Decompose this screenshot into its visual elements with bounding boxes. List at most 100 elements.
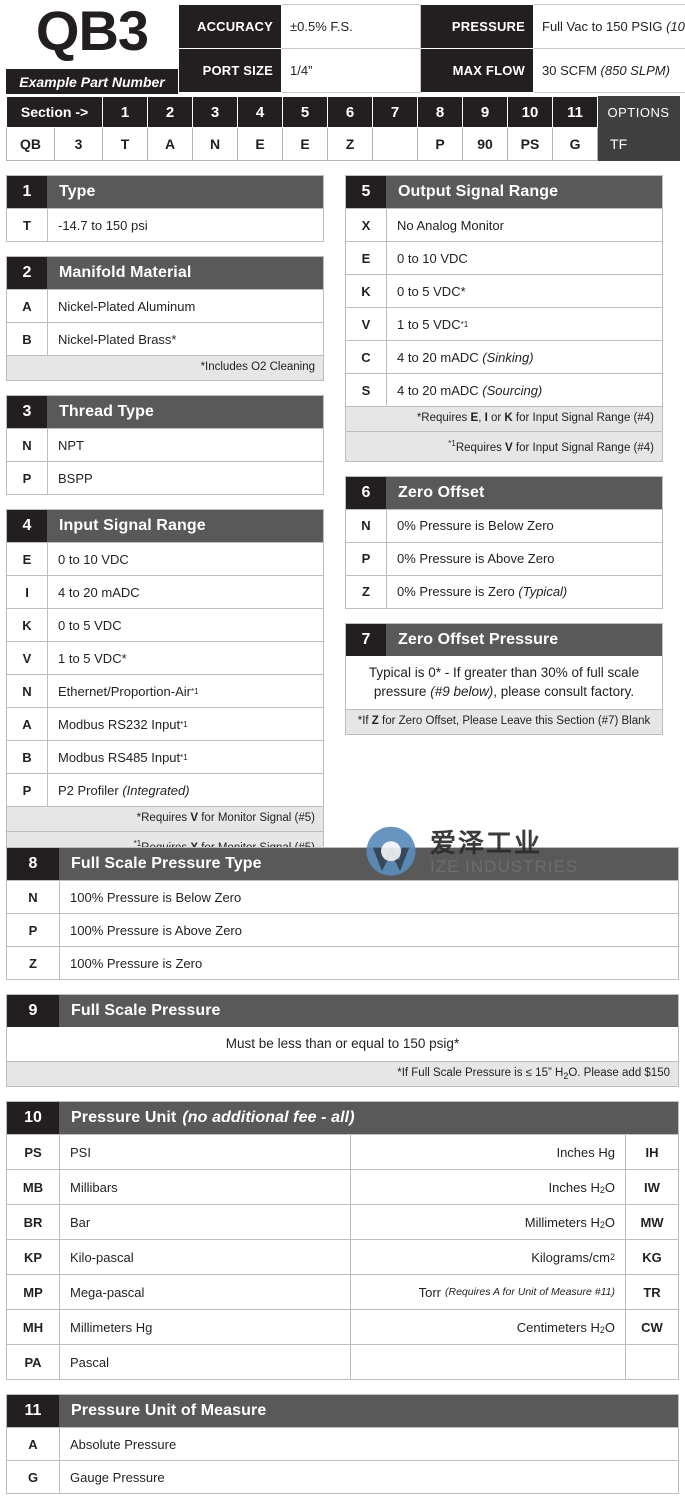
option-desc: 100% Pressure is Below Zero	[60, 881, 678, 913]
section-10-number: 10	[7, 1102, 59, 1134]
section-number-9: 9	[463, 97, 508, 128]
section-9-header: 9 Full Scale Pressure	[7, 995, 678, 1027]
option-desc: 0 to 10 VDC	[48, 543, 323, 575]
option-code: G	[7, 1461, 60, 1493]
option-code: KP	[7, 1240, 60, 1274]
option-desc: PSI	[60, 1135, 351, 1169]
option-desc: P2 Profiler (Integrated)	[48, 774, 323, 806]
table-row: N Ethernet/Proportion-Air*1	[7, 674, 323, 707]
section-2-manifold-material: 2 Manifold Material A Nickel-Plated Alum…	[6, 256, 324, 381]
option-code: E	[7, 543, 48, 575]
section-number-4: 4	[238, 97, 283, 128]
section-5-title: Output Signal Range	[386, 176, 662, 208]
option-desc: 4 to 20 mADC (Sinking)	[387, 341, 662, 373]
section-11-header: 11 Pressure Unit of Measure	[7, 1395, 678, 1427]
option-code-2: CW	[626, 1310, 678, 1344]
pn-prefix-qb: QB	[7, 128, 55, 161]
section-10-pressure-unit: 10 Pressure Unit (no additional fee - al…	[6, 1101, 679, 1380]
option-desc: 0% Pressure is Zero (Typical)	[387, 576, 662, 608]
option-code: P	[346, 543, 387, 575]
pn-value-6: Z	[328, 128, 373, 161]
pn-prefix-3: 3	[55, 128, 103, 161]
section-8-title: Full Scale Pressure Type	[59, 848, 678, 880]
option-desc-note: (Sourcing)	[482, 383, 542, 398]
option-desc: 0 to 5 VDC	[48, 609, 323, 641]
option-desc-2: Torr(Requires A for Unit of Measure #11)	[351, 1275, 626, 1309]
section-6-title: Zero Offset	[386, 477, 662, 509]
section-5-header: 5 Output Signal Range	[346, 176, 662, 208]
spec-row: PORT SIZE 1/4” MAX FLOW 30 SCFM (850 SLP…	[179, 49, 685, 93]
section-8-full-scale-pressure-type: 8 Full Scale Pressure Type N 100% Pressu…	[6, 847, 679, 980]
section-11-pressure-unit-of-measure: 11 Pressure Unit of Measure A Absolute P…	[6, 1394, 679, 1494]
table-row: P BSPP	[7, 461, 323, 494]
option-code: P	[7, 914, 60, 946]
section-2-footnote: *Includes O2 Cleaning	[7, 355, 323, 380]
option-code: Z	[7, 947, 60, 979]
section-6-header: 6 Zero Offset	[346, 477, 662, 509]
option-desc: Pascal	[60, 1345, 351, 1379]
section-3-number: 3	[7, 396, 47, 428]
section-8-header: 8 Full Scale Pressure Type	[7, 848, 678, 880]
option-desc: Mega-pascal	[60, 1275, 351, 1309]
section-number-2: 2	[148, 97, 193, 128]
spec-value-port-size: 1/4”	[282, 49, 421, 93]
option-desc-note: (Typical)	[518, 584, 567, 599]
table-row: P 100% Pressure is Above Zero	[7, 913, 678, 946]
spec-label-accuracy: ACCURACY	[179, 5, 282, 49]
option-code: P	[7, 462, 48, 494]
section-6-number: 6	[346, 477, 386, 509]
option-desc: 0 to 5 VDC*	[387, 275, 662, 307]
section-7-zero-offset-pressure: 7 Zero Offset Pressure Typical is 0* - I…	[345, 623, 663, 735]
spec-label-max-flow: MAX FLOW	[421, 49, 534, 93]
specifications-table: ACCURACY ±0.5% F.S. PRESSURE Full Vac to…	[178, 4, 685, 93]
option-desc-2: Millimeters H2O	[351, 1205, 626, 1239]
section-3-title: Thread Type	[47, 396, 323, 428]
pn-value-2: A	[148, 128, 193, 161]
part-number-header-row: Section -> 1 2 3 4 5 6 7 8 9 10 11 OPTIO…	[7, 97, 680, 128]
option-code: E	[346, 242, 387, 274]
spec-value-max-flow-text: 30 SCFM	[542, 63, 597, 78]
spec-value-max-flow-unit: (850 SLPM)	[601, 63, 670, 78]
option-desc: Modbus RS485 Input*1	[48, 741, 323, 773]
section-2-header: 2 Manifold Material	[7, 257, 323, 289]
option-code-2: MW	[626, 1205, 678, 1239]
section-5-footnote-1: *Requires E, I or K for Input Signal Ran…	[346, 406, 662, 431]
right-column: 5 Output Signal Range X No Analog Monito…	[345, 175, 663, 749]
section-7-number: 7	[346, 624, 386, 656]
section-number-5: 5	[283, 97, 328, 128]
section-4-title: Input Signal Range	[47, 510, 323, 542]
spec-value-pressure: Full Vac to 150 PSIG (10 Bar)	[534, 5, 685, 49]
section-10-title-sub: (no additional fee - all)	[182, 1109, 354, 1127]
table-row: Z 0% Pressure is Zero (Typical)	[346, 575, 662, 608]
section-7-body: Typical is 0* - If greater than 30% of f…	[346, 656, 662, 709]
table-row: V 1 to 5 VDC*1	[346, 307, 662, 340]
table-row: A Modbus RS232 Input*1	[7, 707, 323, 740]
table-row: T -14.7 to 150 psi	[7, 208, 323, 241]
table-row: X No Analog Monitor	[346, 208, 662, 241]
example-part-number-label: Example Part Number	[6, 69, 178, 94]
option-code: X	[346, 209, 387, 241]
option-code: N	[7, 881, 60, 913]
table-row: N NPT	[7, 428, 323, 461]
option-sections-columns: 1 Type T -14.7 to 150 psi 2 Manifold Mat…	[6, 175, 679, 847]
option-code: MB	[7, 1170, 60, 1204]
option-code-2: TR	[626, 1275, 678, 1309]
options-header: OPTIONS	[598, 97, 680, 128]
option-desc-main: 4 to 20 mADC	[397, 383, 479, 398]
option-desc: NPT	[48, 429, 323, 461]
section-number-11: 11	[553, 97, 598, 128]
pn-value-4: E	[238, 128, 283, 161]
option-code: A	[7, 290, 48, 322]
part-number-value-row: QB 3 T A N E E Z P 90 PS G TF	[7, 128, 680, 161]
option-code: P	[7, 774, 48, 806]
option-desc: 0 to 10 VDC	[387, 242, 662, 274]
section-7-title: Zero Offset Pressure	[386, 624, 662, 656]
option-desc-2: Inches H2O	[351, 1170, 626, 1204]
section-9-body: Must be less than or equal to 150 psig*	[7, 1027, 678, 1061]
table-row: KP Kilo-pascal Kilograms/cm2 KG	[7, 1239, 678, 1274]
option-desc: Nickel-Plated Brass*	[48, 323, 323, 355]
table-row: N 0% Pressure is Below Zero	[346, 509, 662, 542]
option-code-2: KG	[626, 1240, 678, 1274]
table-row: B Nickel-Plated Brass*	[7, 322, 323, 355]
table-row: C 4 to 20 mADC (Sinking)	[346, 340, 662, 373]
